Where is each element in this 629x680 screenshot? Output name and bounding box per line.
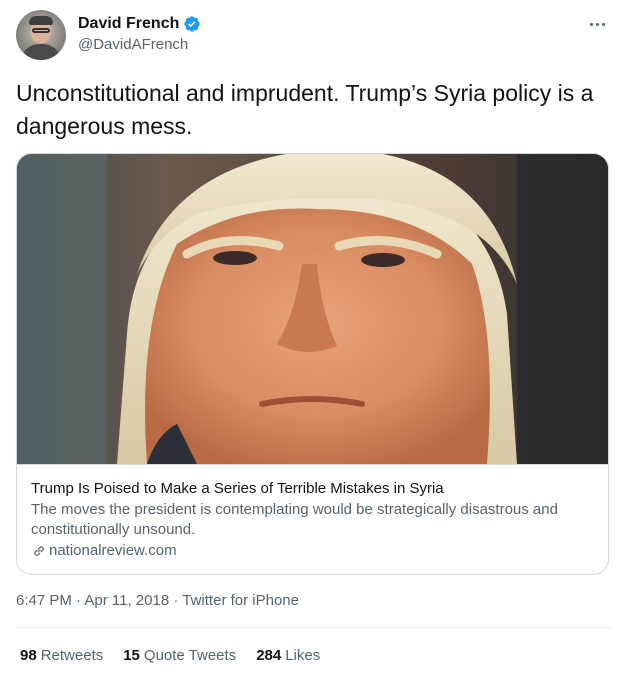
tweet-meta: 6:47 PM · Apr 11, 2018 · Twitter for iPh… [16,592,299,609]
link-icon [34,546,44,556]
card-image[interactable] [17,154,608,464]
retweets-stat[interactable]: 98 Retweets [20,647,103,664]
portrait-photo [17,154,608,464]
divider [16,627,613,628]
tweet-text: Unconstitutional and imprudent. Trump’s … [16,80,594,139]
card-body[interactable]: Trump Is Poised to Make a Series of Terr… [17,464,608,574]
likes-stat[interactable]: 284 Likes [256,647,320,664]
name-row: David French [78,14,201,34]
meta-separator: · [173,592,183,609]
card-description: The moves the president is contemplating… [31,501,558,538]
card-domain-row[interactable]: nationalreview.com [31,541,596,561]
display-name[interactable]: David French [78,15,179,33]
likes-count: 284 [256,647,282,664]
tweet-stats: 98 Retweets 15 Quote Tweets 284 Likes [20,647,320,664]
tweet-date[interactable]: Apr 11, 2018 [84,592,169,609]
tweet-source[interactable]: Twitter for iPhone [182,592,299,609]
tweet-header: David French @DavidAFrench [16,10,613,62]
card-domain[interactable]: nationalreview.com [49,541,177,561]
retweets-label: Retweets [40,647,104,664]
avatar-glasses-shape [32,28,50,33]
avatar[interactable] [16,10,66,60]
retweets-count: 98 [20,647,37,664]
quote-tweets-stat[interactable]: 15 Quote Tweets [123,647,236,664]
more-options-icon[interactable] [585,12,609,36]
quote-tweets-label: Quote Tweets [143,647,237,664]
card-title[interactable]: Trump Is Poised to Make a Series of Terr… [31,479,596,499]
verified-badge-icon [184,16,201,32]
avatar-cap-shape [29,16,53,25]
quote-tweets-count: 15 [123,647,140,664]
link-card[interactable]: Trump Is Poised to Make a Series of Terr… [16,153,609,575]
tweet-time[interactable]: 6:47 PM [16,592,72,609]
likes-label: Likes [285,647,321,664]
avatar-body-shape [21,44,61,60]
user-handle[interactable]: @DavidAFrench [78,36,188,53]
